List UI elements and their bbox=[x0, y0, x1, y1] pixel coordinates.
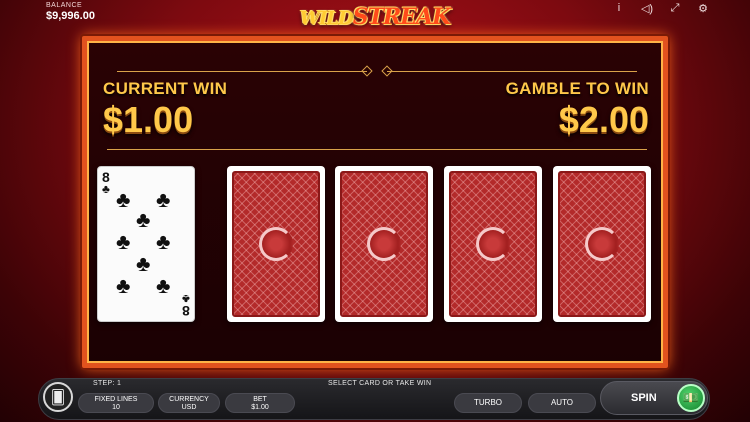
top-icons: i ◁) ⤢ ⚙ bbox=[612, 2, 710, 15]
cards-menu-icon: 🂠 bbox=[50, 388, 66, 405]
club-pip: ♣ bbox=[116, 187, 131, 212]
step-indicator: STEP: 1 bbox=[93, 380, 122, 387]
card-back-emblem-icon bbox=[585, 227, 619, 261]
bet-selector[interactable]: BET $1.00 bbox=[225, 393, 295, 413]
hidden-card-3[interactable] bbox=[444, 166, 542, 322]
ornament-diamond bbox=[381, 65, 393, 77]
gamble-to-win-value: $2.00 bbox=[558, 99, 649, 140]
collect-money-icon[interactable]: 💵 bbox=[677, 384, 705, 412]
currency-selector[interactable]: CURRENCY USD bbox=[158, 393, 220, 413]
current-win-label: CURRENT WIN bbox=[103, 79, 228, 98]
dealer-card: 8 ♣ ♣ ♣ ♣ ♣ ♣ ♣ ♣ ♣ 8 ♣ bbox=[97, 166, 195, 322]
club-pip: ♣ bbox=[156, 187, 171, 212]
hidden-card-1[interactable] bbox=[227, 166, 325, 322]
paytable-button[interactable]: 🂠 bbox=[43, 382, 73, 412]
balance-value: $9,996.00 bbox=[46, 10, 95, 22]
sound-icon[interactable]: ◁) bbox=[640, 2, 654, 15]
ornament-line bbox=[107, 149, 647, 150]
spin-button[interactable]: SPIN 💵 bbox=[600, 381, 708, 415]
club-pip: ♣ bbox=[136, 207, 151, 232]
fullscreen-icon[interactable]: ⤢ bbox=[668, 2, 682, 15]
club-pip: ♣ bbox=[156, 273, 171, 298]
card-back-emblem-icon bbox=[259, 227, 293, 261]
gamble-panel: CURRENT WIN $1.00 GAMBLE TO WIN $2.00 8 ♣… bbox=[82, 36, 668, 368]
spin-label: SPIN bbox=[631, 392, 657, 404]
club-pip: ♣ bbox=[136, 251, 151, 276]
settings-icon[interactable]: ⚙ bbox=[696, 2, 710, 15]
card-back-emblem-icon bbox=[367, 227, 401, 261]
ornament-diamond bbox=[361, 65, 373, 77]
club-pip: ♣ bbox=[116, 229, 131, 254]
ornament-line bbox=[387, 71, 637, 72]
hidden-card-2[interactable] bbox=[335, 166, 433, 322]
card-corner: 8 ♣ bbox=[102, 169, 110, 196]
turbo-button[interactable]: TURBO bbox=[454, 393, 522, 413]
gamble-to-win-label: GAMBLE TO WIN bbox=[505, 79, 649, 98]
club-pip: ♣ bbox=[156, 229, 171, 254]
balance-label: BALANCE bbox=[46, 2, 83, 9]
auto-button[interactable]: AUTO bbox=[528, 393, 596, 413]
card-corner: 8 ♣ bbox=[182, 292, 190, 319]
card-back-emblem-icon bbox=[476, 227, 510, 261]
balance-display: BALANCE $9,996.00 bbox=[46, 2, 95, 22]
club-pip: ♣ bbox=[116, 273, 131, 298]
current-win-value: $1.00 bbox=[103, 99, 194, 140]
game-logo: WILDSTREAK bbox=[299, 4, 451, 30]
info-icon[interactable]: i bbox=[612, 2, 626, 15]
fixed-lines-display: FIXED LINES 10 bbox=[78, 393, 154, 413]
status-message: SELECT CARD OR TAKE WIN bbox=[328, 380, 432, 387]
ornament-line bbox=[117, 71, 367, 72]
hidden-card-4[interactable] bbox=[553, 166, 651, 322]
